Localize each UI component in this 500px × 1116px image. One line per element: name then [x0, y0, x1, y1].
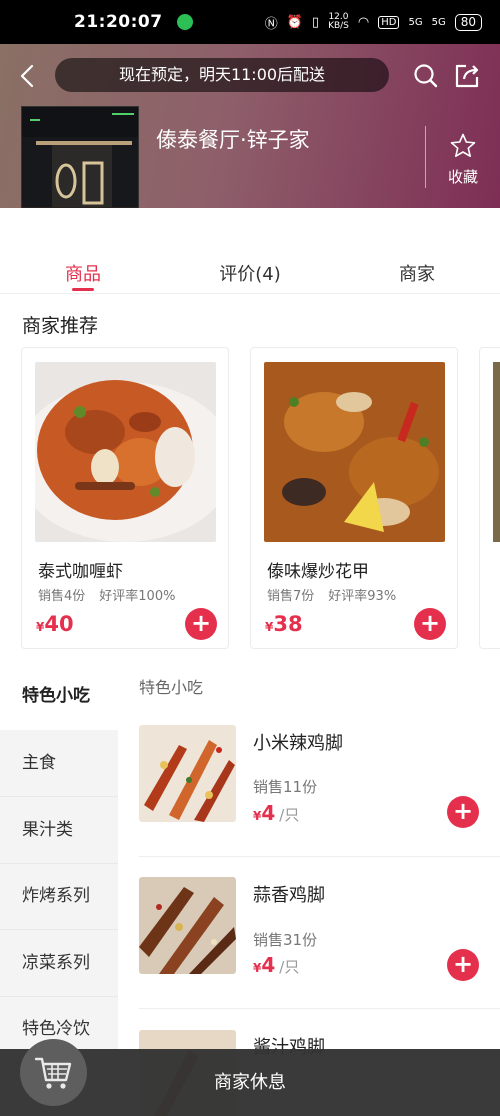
dish-photo: [493, 362, 500, 542]
dish-meta: 销售4份 好评率100%: [38, 585, 175, 604]
dish-meta: 销售7份 好评率93%: [267, 585, 396, 604]
status-bar: 21:20:07 Ⓝ ⏰ ▯ 12.0 KB/S ◠ HD 5G 5G 80: [0, 0, 500, 44]
dish-price: ¥38: [265, 612, 303, 636]
status-icons: Ⓝ ⏰ ▯ 12.0 KB/S ◠ HD 5G 5G 80: [265, 13, 482, 32]
dish-name: 泰式咖喱虾: [38, 562, 123, 582]
product-sales: 销售11份: [253, 778, 318, 796]
network-speed: 12.0 KB/S: [328, 13, 349, 31]
hd-badge: HD: [378, 15, 400, 29]
plus-icon: +: [419, 609, 441, 637]
price-unit: /只: [279, 806, 300, 824]
recommendation-card-partial[interactable]: [479, 347, 500, 649]
price-value: 4: [261, 953, 276, 977]
store-name: 傣泰餐厅·锌子家: [156, 128, 310, 152]
signal-1: 5G: [408, 16, 423, 28]
recommendation-card[interactable]: 泰式咖喱虾 销售4份 好评率100% ¥40 +: [21, 347, 229, 649]
favorite-divider: [425, 126, 426, 188]
active-tab-indicator: [72, 288, 94, 291]
back-arrow-icon: [20, 64, 34, 88]
alarm-icon: ⏰: [286, 14, 303, 30]
category-item[interactable]: 凉菜系列: [0, 930, 118, 997]
tab-bar: 商品 评价(4) 商家: [0, 208, 500, 294]
wifi-icon: ◠: [357, 14, 370, 30]
product-price: ¥4/只: [253, 953, 299, 977]
price-value: 40: [44, 612, 74, 636]
product-divider: [139, 1008, 500, 1009]
network-speed-unit: KB/S: [328, 21, 349, 31]
wechat-notification-icon: [176, 14, 193, 30]
plus-icon: +: [452, 797, 474, 825]
cart-icon: [34, 1057, 72, 1089]
recommendation-card[interactable]: 傣味爆炒花甲 销售7份 好评率93% ¥38 +: [250, 347, 458, 649]
favorite-label: 收藏: [447, 168, 478, 186]
store-photo: [21, 106, 139, 223]
dish-name: 傣味爆炒花甲: [267, 562, 369, 582]
dish-rating: 好评率100%: [99, 589, 176, 604]
add-to-cart-button[interactable]: +: [185, 608, 217, 640]
add-to-cart-button[interactable]: +: [447, 949, 479, 981]
dish-photo: [35, 362, 216, 542]
price-value: 38: [273, 612, 303, 636]
tab-merchant[interactable]: 商家: [399, 260, 435, 286]
signal-2: 5G: [431, 16, 446, 28]
category-item[interactable]: 主食: [0, 730, 118, 797]
search-button[interactable]: [412, 62, 440, 90]
back-button[interactable]: [14, 62, 42, 90]
share-button[interactable]: [452, 61, 482, 91]
battery-indicator: 80: [454, 13, 482, 31]
dish-sales: 销售4份: [38, 589, 86, 604]
dish-photo: [264, 362, 445, 542]
search-icon: [414, 64, 438, 88]
cart-button[interactable]: [20, 1039, 87, 1106]
dish-price: ¥40: [36, 612, 74, 636]
product-divider: [139, 856, 500, 857]
category-item[interactable]: 果汁类: [0, 797, 118, 864]
product-section-title: 特色小吃: [139, 678, 204, 697]
tab-reviews[interactable]: 评价(4): [219, 260, 281, 286]
vibrate-icon: ▯: [311, 14, 320, 30]
price-value: 4: [261, 801, 276, 825]
product-name: 蒜香鸡脚: [253, 885, 325, 906]
add-to-cart-button[interactable]: +: [414, 608, 446, 640]
plus-icon: +: [452, 950, 474, 978]
product-name: 小米辣鸡脚: [253, 733, 343, 754]
favorite-button[interactable]: 收藏: [435, 132, 491, 192]
add-to-cart-button[interactable]: +: [447, 796, 479, 828]
dish-rating: 好评率93%: [328, 589, 397, 604]
status-time: 21:20:07: [74, 12, 163, 32]
product-sales: 销售31份: [253, 931, 318, 949]
star-icon: [450, 133, 476, 157]
store-header: 现在预定，明天11:00后配送 傣泰餐厅·锌子家 收藏: [0, 44, 500, 223]
product-photo[interactable]: [139, 725, 236, 822]
product-photo[interactable]: [139, 877, 236, 974]
share-icon: [455, 64, 479, 88]
dish-sales: 销售7份: [267, 589, 315, 604]
price-unit: /只: [279, 958, 300, 976]
delivery-notice: 现在预定，明天11:00后配送: [55, 58, 389, 92]
nfc-icon: Ⓝ: [264, 16, 278, 32]
product-price: ¥4/只: [253, 801, 299, 825]
category-item[interactable]: 特色小吃: [0, 663, 118, 730]
tab-products[interactable]: 商品: [65, 260, 101, 286]
category-item[interactable]: 炸烤系列: [0, 863, 118, 930]
plus-icon: +: [190, 609, 212, 637]
recommendations-title: 商家推荐: [22, 315, 99, 337]
